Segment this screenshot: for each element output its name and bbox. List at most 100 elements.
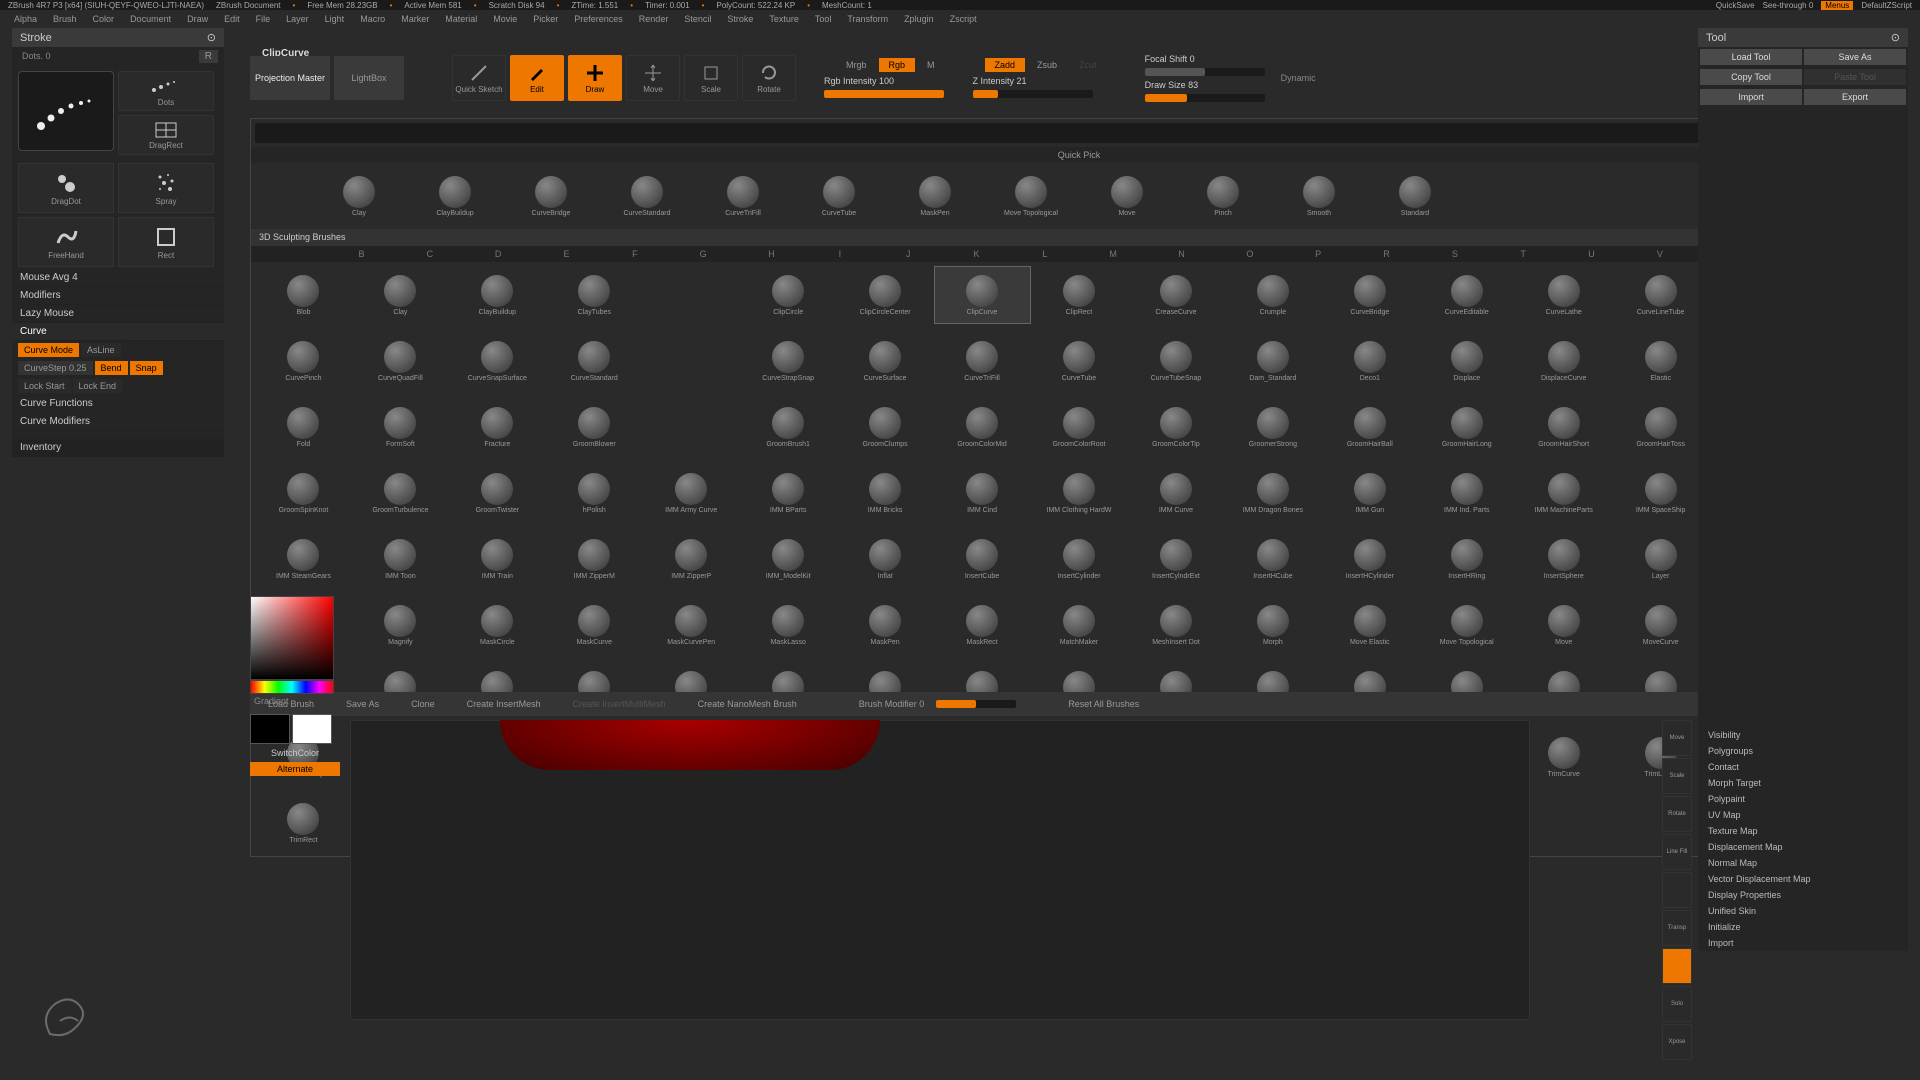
mrgb-btn[interactable]: Mrgb (836, 58, 877, 72)
menu-alpha[interactable]: Alpha (6, 14, 45, 24)
brush-immgun[interactable]: IMM Gun (1321, 464, 1418, 522)
brush-groomtwister[interactable]: GroomTwister (449, 464, 546, 522)
create-nanomesh-btn[interactable]: Create NanoMesh Brush (688, 696, 807, 712)
tool-section-initialize[interactable]: Initialize (1698, 919, 1908, 935)
brush-groomhairtoss[interactable]: GroomHairToss (1612, 398, 1709, 456)
m-btn[interactable]: M (917, 58, 945, 72)
hue-slider[interactable] (250, 680, 334, 694)
stroke-dragrect-thumb[interactable]: DragRect (118, 115, 214, 155)
brush-clipcirclecenter[interactable]: ClipCircleCenter (837, 266, 934, 324)
rtool-rotate[interactable]: Rotate (1662, 796, 1692, 832)
brush-maskcurve[interactable]: MaskCurve (546, 596, 643, 654)
alpha-B[interactable]: B (327, 249, 395, 259)
stroke-dots-big[interactable] (18, 71, 114, 151)
menu-movie[interactable]: Movie (485, 14, 525, 24)
tool-section-visibility[interactable]: Visibility (1698, 727, 1908, 743)
rtool-xpose[interactable]: Xpose (1662, 1024, 1692, 1060)
tool-section-contact[interactable]: Contact (1698, 759, 1908, 775)
quickpick-clay[interactable]: Clay (311, 167, 407, 225)
brush-groombrush1[interactable]: GroomBrush1 (740, 398, 837, 456)
brush-crumple[interactable]: Crumple (1224, 266, 1321, 324)
zadd-btn[interactable]: Zadd (985, 58, 1026, 72)
menu-edit[interactable]: Edit (216, 14, 248, 24)
curvestep-btn[interactable]: CurveStep 0.25 (18, 361, 93, 375)
menu-stencil[interactable]: Stencil (676, 14, 719, 24)
zsub-btn[interactable]: Zsub (1027, 58, 1067, 72)
tool-section-unified-skin[interactable]: Unified Skin (1698, 903, 1908, 919)
rtool-btn4[interactable] (1662, 872, 1692, 908)
stroke-freehand[interactable]: FreeHand (18, 217, 114, 267)
quickpick-smooth[interactable]: Smooth (1271, 167, 1367, 225)
menu-zscript[interactable]: Zscript (942, 14, 985, 24)
curve-modifiers[interactable]: Curve Modifiers (12, 413, 224, 431)
alpha-J[interactable]: J (874, 249, 942, 259)
menu-file[interactable]: File (248, 14, 279, 24)
brush-groomhairlong[interactable]: GroomHairLong (1418, 398, 1515, 456)
zcut-btn[interactable]: Zcut (1069, 58, 1107, 72)
curve-section[interactable]: Curve (12, 323, 224, 341)
rtool-move[interactable]: Move (1662, 720, 1692, 756)
brush-immzipperp[interactable]: IMM ZipperP (643, 530, 740, 588)
brush-insertcube[interactable]: InsertCube (934, 530, 1031, 588)
dynamic-toggle[interactable]: Dynamic (1281, 73, 1316, 83)
tool-section-polypaint[interactable]: Polypaint (1698, 791, 1908, 807)
quicksave[interactable]: QuickSave (1716, 1, 1755, 10)
rgb-btn[interactable]: Rgb (879, 58, 916, 72)
brush-maskcurvepen[interactable]: MaskCurvePen (643, 596, 740, 654)
brush-curvetube[interactable]: CurveTube (1031, 332, 1128, 390)
lock-start-btn[interactable]: Lock Start (18, 379, 71, 393)
modifiers-section[interactable]: Modifiers (12, 287, 224, 305)
alpha-blank[interactable] (259, 249, 327, 259)
brush-curvesurface[interactable]: CurveSurface (837, 332, 934, 390)
menu-zplugin[interactable]: Zplugin (896, 14, 942, 24)
move-btn[interactable]: Move (626, 55, 680, 101)
quickpick-curvetube[interactable]: CurveTube (791, 167, 887, 225)
brush-claytubes[interactable]: ClayTubes (546, 266, 643, 324)
brush-inserthring[interactable]: InsertHRing (1418, 530, 1515, 588)
brush-blob[interactable]: Blob (255, 266, 352, 324)
rgb-intensity-slider[interactable] (824, 90, 944, 98)
brush-immsteamgears[interactable]: IMM SteamGears (255, 530, 352, 588)
tool-section-display-properties[interactable]: Display Properties (1698, 887, 1908, 903)
save-as-tool-btn[interactable]: Save As (1804, 49, 1906, 65)
brush-curveeditable[interactable]: CurveEditable (1418, 266, 1515, 324)
brush-inserthcube[interactable]: InsertHCube (1224, 530, 1321, 588)
brush-fold[interactable]: Fold (255, 398, 352, 456)
alpha-D[interactable]: D (464, 249, 532, 259)
brush-immdragonbones[interactable]: IMM Dragon Bones (1224, 464, 1321, 522)
panel-pin-icon[interactable]: ⊙ (207, 31, 216, 44)
brush-insertsphere[interactable]: InsertSphere (1515, 530, 1612, 588)
tool-section-polygroups[interactable]: Polygroups (1698, 743, 1908, 759)
brush-layer[interactable]: Layer (1612, 530, 1709, 588)
menu-layer[interactable]: Layer (278, 14, 317, 24)
brush-curvetubesnap[interactable]: CurveTubeSnap (1127, 332, 1224, 390)
load-tool-btn[interactable]: Load Tool (1700, 49, 1802, 65)
brush-groomspinknot[interactable]: GroomSpinKnot (255, 464, 352, 522)
curve-functions[interactable]: Curve Functions (12, 395, 224, 413)
color-gradient[interactable] (250, 596, 334, 680)
brush-fracture[interactable]: Fracture (449, 398, 546, 456)
tool-section-uv-map[interactable]: UV Map (1698, 807, 1908, 823)
quickpick-maskpen[interactable]: MaskPen (887, 167, 983, 225)
menu-light[interactable]: Light (317, 14, 353, 24)
brush-maskcircle[interactable]: MaskCircle (449, 596, 546, 654)
tool-section-texture-map[interactable]: Texture Map (1698, 823, 1908, 839)
alpha-P[interactable]: P (1284, 249, 1352, 259)
r-toggle[interactable]: R (199, 50, 218, 63)
menu-marker[interactable]: Marker (393, 14, 437, 24)
tool-section-import[interactable]: Import (1698, 935, 1908, 951)
brush-curvelinetube[interactable]: CurveLineTube (1612, 266, 1709, 324)
stroke-dots-thumb[interactable]: Dots (118, 71, 214, 111)
save-as-brush-btn[interactable]: Save As (336, 696, 389, 712)
alpha-K[interactable]: K (942, 249, 1010, 259)
brush-groomturbulence[interactable]: GroomTurbulence (352, 464, 449, 522)
brush-immzipperm[interactable]: IMM ZipperM (546, 530, 643, 588)
brush-clipcurve[interactable]: ClipCurve (934, 266, 1031, 324)
quickpick-movetopological[interactable]: Move Topological (983, 167, 1079, 225)
asline-btn[interactable]: AsLine (81, 343, 121, 357)
clone-brush-btn[interactable]: Clone (401, 696, 445, 712)
quickpick-pinch[interactable]: Pinch (1175, 167, 1271, 225)
color-swatch-black[interactable] (250, 714, 290, 744)
quickpick-standard[interactable]: Standard (1367, 167, 1463, 225)
brush-claybuildup[interactable]: ClayBuildup (449, 266, 546, 324)
